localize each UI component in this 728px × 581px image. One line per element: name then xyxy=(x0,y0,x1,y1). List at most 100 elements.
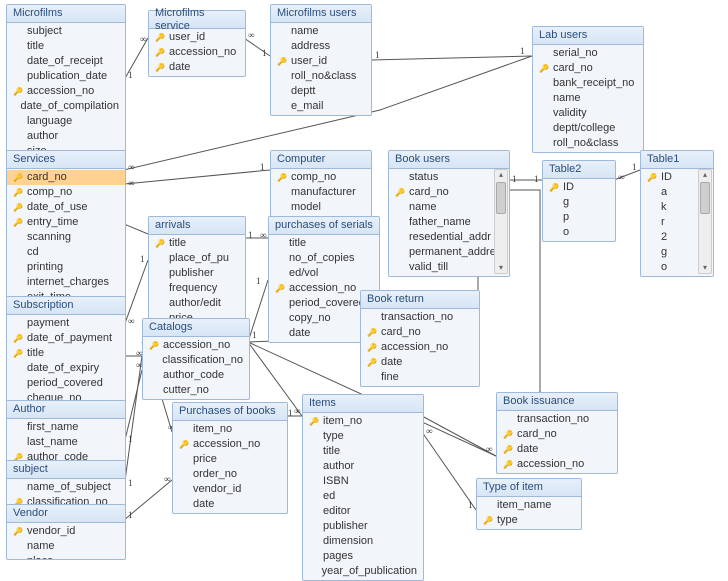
field-row[interactable]: ed/vol xyxy=(269,266,379,281)
field-row[interactable]: fine xyxy=(361,370,479,385)
table-header[interactable]: Book issuance xyxy=(497,393,617,411)
field-row[interactable]: item_name xyxy=(477,498,581,513)
field-row[interactable]: date xyxy=(173,497,287,512)
field-row[interactable]: card_no xyxy=(389,185,509,200)
field-row[interactable]: item_no xyxy=(173,422,287,437)
field-row[interactable]: editor xyxy=(303,504,423,519)
table-header[interactable]: subject xyxy=(7,461,125,479)
field-row[interactable]: author xyxy=(303,459,423,474)
table-services[interactable]: Servicescard_nocomp_nodate_of_useentry_t… xyxy=(6,150,126,307)
field-row[interactable]: price xyxy=(173,452,287,467)
field-row[interactable]: ISBN xyxy=(303,474,423,489)
field-row[interactable]: e_mail xyxy=(271,99,371,114)
field-row[interactable]: publisher xyxy=(149,266,245,281)
scroll-down-arrow[interactable]: ▾ xyxy=(495,263,507,273)
table-header[interactable]: Table1 xyxy=(641,151,713,169)
field-row[interactable]: frequency xyxy=(149,281,245,296)
field-row[interactable]: author xyxy=(7,129,125,144)
field-row[interactable]: address xyxy=(271,39,371,54)
table-header[interactable]: Lab users xyxy=(533,27,643,45)
field-row[interactable]: vendor_id xyxy=(7,524,125,539)
table-microfilms_users[interactable]: Microfilms usersnameaddressuser_idroll_n… xyxy=(270,4,372,116)
field-row[interactable]: father_name xyxy=(389,215,509,230)
table-header[interactable]: Vendor xyxy=(7,505,125,523)
table-table2[interactable]: Table2IDgpo xyxy=(542,160,616,242)
field-row[interactable]: accession_no xyxy=(173,437,287,452)
field-row[interactable]: language xyxy=(7,114,125,129)
field-row[interactable]: serial_no xyxy=(533,46,643,61)
field-row[interactable]: transaction_no xyxy=(497,412,617,427)
table-header[interactable]: Catalogs xyxy=(143,319,249,337)
field-row[interactable]: comp_no xyxy=(271,170,371,185)
table-arrivals[interactable]: arrivalstitleplace_of_pupublisherfrequen… xyxy=(148,216,246,328)
field-row[interactable]: date_of_receipt xyxy=(7,54,125,69)
field-row[interactable]: name xyxy=(389,200,509,215)
field-row[interactable]: ed xyxy=(303,489,423,504)
field-row[interactable]: cutter_no xyxy=(143,383,249,398)
table-header[interactable]: Book users xyxy=(389,151,509,169)
field-row[interactable]: accession_no xyxy=(143,338,249,353)
scrollbar[interactable]: ▴▾ xyxy=(698,169,712,274)
field-row[interactable]: name xyxy=(271,24,371,39)
table-microfilms[interactable]: Microfilmssubjecttitledate_of_receiptpub… xyxy=(6,4,126,161)
field-row[interactable]: roll_no&class xyxy=(533,136,643,151)
field-row[interactable]: author/edit xyxy=(149,296,245,311)
field-row[interactable]: user_id xyxy=(271,54,371,69)
field-row[interactable]: name xyxy=(533,91,643,106)
field-row[interactable]: title xyxy=(7,39,125,54)
field-row[interactable]: p xyxy=(543,210,615,225)
field-row[interactable]: o xyxy=(543,225,615,240)
field-row[interactable]: date_of_payment xyxy=(7,331,125,346)
field-row[interactable]: publication_date xyxy=(7,69,125,84)
table-header[interactable]: Computer xyxy=(271,151,371,169)
table-header[interactable]: Purchases of books xyxy=(173,403,287,421)
field-row[interactable]: place xyxy=(7,554,125,560)
field-row[interactable]: scanning xyxy=(7,230,125,245)
field-row[interactable]: last_name xyxy=(7,435,125,450)
table-purchases_of_books[interactable]: Purchases of booksitem_noaccession_nopri… xyxy=(172,402,288,514)
field-row[interactable]: accession_no xyxy=(497,457,617,472)
field-row[interactable]: title xyxy=(303,444,423,459)
field-row[interactable]: entry_time xyxy=(7,215,125,230)
table-type_of_item[interactable]: Type of itemitem_nametype xyxy=(476,478,582,530)
table-header[interactable]: Author xyxy=(7,401,125,419)
field-row[interactable]: classification_no xyxy=(143,353,249,368)
table-header[interactable]: Book return xyxy=(361,291,479,309)
field-row[interactable]: bank_receipt_no xyxy=(533,76,643,91)
table-header[interactable]: Services xyxy=(7,151,125,169)
table-header[interactable]: Table2 xyxy=(543,161,615,179)
table-microfilms_service[interactable]: Microfilms serviceuser_idaccession_nodat… xyxy=(148,10,246,77)
field-row[interactable]: date_of_use xyxy=(7,200,125,215)
field-row[interactable]: item_no xyxy=(303,414,423,429)
field-row[interactable]: subject xyxy=(7,24,125,39)
table-catalogs[interactable]: Catalogsaccession_noclassification_noaut… xyxy=(142,318,250,400)
table-header[interactable]: arrivals xyxy=(149,217,245,235)
field-row[interactable]: name_of_subject xyxy=(7,480,125,495)
field-row[interactable]: comp_no xyxy=(7,185,125,200)
table-header[interactable]: Microfilms xyxy=(7,5,125,23)
field-row[interactable]: cd xyxy=(7,245,125,260)
scroll-thumb[interactable] xyxy=(496,182,506,214)
field-row[interactable]: date xyxy=(361,355,479,370)
field-row[interactable]: accession_no xyxy=(361,340,479,355)
table-book_return[interactable]: Book returntransaction_nocard_noaccessio… xyxy=(360,290,480,387)
table-vendor[interactable]: Vendorvendor_idnameplacephone_noe-mail xyxy=(6,504,126,560)
table-lab_users[interactable]: Lab usersserial_nocard_nobank_receipt_no… xyxy=(532,26,644,153)
field-row[interactable]: manufacturer xyxy=(271,185,371,200)
table-subscription[interactable]: Subscriptionpaymentdate_of_paymenttitled… xyxy=(6,296,126,408)
field-row[interactable]: vendor_id xyxy=(173,482,287,497)
field-row[interactable]: publisher xyxy=(303,519,423,534)
field-row[interactable]: name xyxy=(7,539,125,554)
field-row[interactable]: period_covered xyxy=(7,376,125,391)
scroll-up-arrow[interactable]: ▴ xyxy=(699,170,711,180)
table-header[interactable]: Type of item xyxy=(477,479,581,497)
field-row[interactable]: place_of_pu xyxy=(149,251,245,266)
field-row[interactable]: date_of_expiry xyxy=(7,361,125,376)
field-row[interactable]: date xyxy=(149,60,245,75)
table-computer[interactable]: Computercomp_nomanufacturermodel xyxy=(270,150,372,217)
field-row[interactable]: card_no xyxy=(533,61,643,76)
field-row[interactable]: printing xyxy=(7,260,125,275)
field-row[interactable]: no_of_copies xyxy=(269,251,379,266)
field-row[interactable]: author_code xyxy=(143,368,249,383)
table-author[interactable]: Authorfirst_namelast_nameauthor_code xyxy=(6,400,126,467)
